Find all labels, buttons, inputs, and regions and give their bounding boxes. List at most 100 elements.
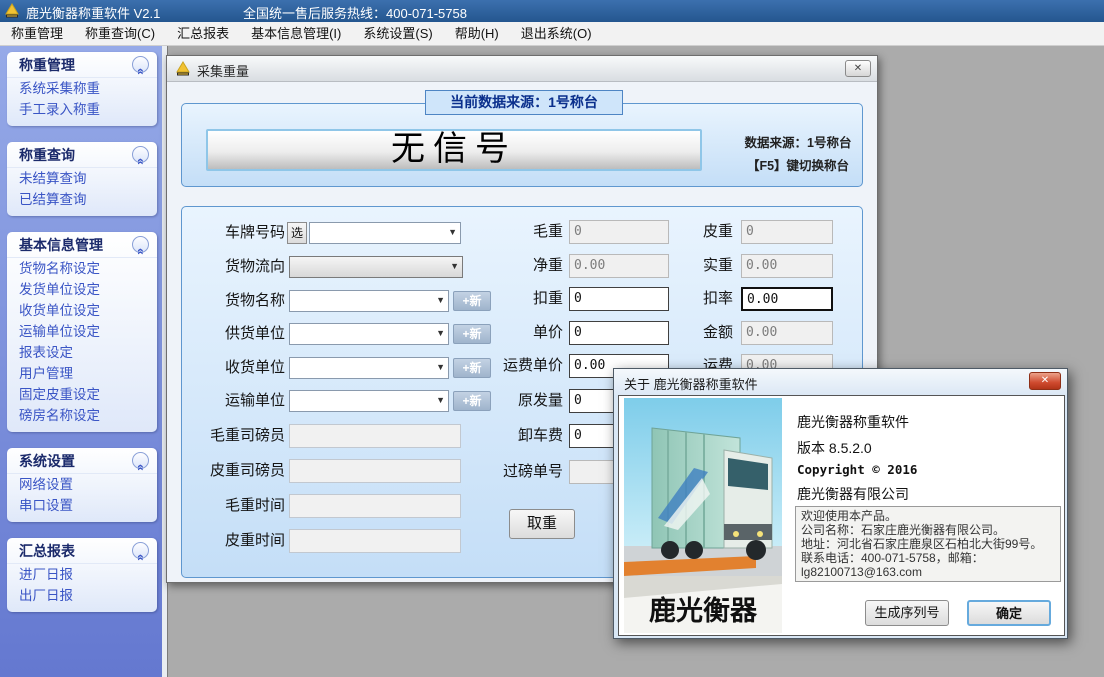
sidebar-item-manual-entry[interactable]: 手工录入称重 [7, 99, 157, 120]
receiver-label: 收货单位 [191, 357, 285, 379]
sidebar-item-network-settings[interactable]: 网络设置 [7, 474, 157, 495]
window-titlebar[interactable]: 采集重量 ✕ [167, 56, 877, 82]
menu-summary-report[interactable]: 汇总报表 [166, 22, 240, 46]
net-weight-label: 净重 [463, 255, 563, 277]
dialog-content: 鹿光衡器 鹿光衡器称重软件 版本 8.5.2.0 Copyright © 201… [618, 395, 1065, 636]
sidebar-section-summary-report: 汇总报表 « 进厂日报 出厂日报 [7, 538, 157, 612]
menu-weighing-manage[interactable]: 称重管理 [0, 22, 74, 46]
gross-weight-label: 毛重 [463, 221, 563, 243]
sidebar-item-system-capture[interactable]: 系统采集称重 [7, 78, 157, 99]
about-dialog: 关于 鹿光衡器称重软件 ✕ [613, 368, 1068, 639]
supplier-combo[interactable]: ▼ [289, 323, 449, 345]
plate-pick-button[interactable]: 选 [287, 222, 307, 244]
gross-operator-label: 毛重司磅员 [191, 425, 285, 447]
application-window: 鹿光衡器称重软件 V2.1 全国统一售后服务热线：400-071-5758 称重… [0, 0, 1104, 677]
sidebar-item-shipper-unit[interactable]: 发货单位设定 [7, 279, 157, 300]
sidebar-item-scale-house-name[interactable]: 磅房名称设定 [7, 405, 157, 426]
section-title: 称重查询 [19, 147, 75, 163]
sidebar-item-transport-unit[interactable]: 运输单位设定 [7, 321, 157, 342]
ok-button[interactable]: 确定 [967, 600, 1051, 626]
goods-flow-label: 货物流向 [191, 256, 285, 278]
plate-number-label: 车牌号码 [191, 222, 285, 244]
app-logo-icon [4, 3, 20, 19]
collapse-icon[interactable]: « [132, 452, 149, 469]
goods-name-combo[interactable]: ▼ [289, 290, 449, 312]
sidebar-item-goods-name[interactable]: 货物名称设定 [7, 258, 157, 279]
current-source-label: 当前数据来源：1号称台 [425, 90, 623, 115]
scale-logo-icon [175, 61, 191, 77]
supplier-label: 供货单位 [191, 323, 285, 345]
deduct-weight-label: 扣重 [463, 288, 563, 310]
gross-operator-field [289, 424, 461, 448]
close-icon[interactable]: ✕ [1029, 372, 1061, 390]
menu-weighing-query[interactable]: 称重查询(C) [74, 22, 166, 46]
app-title: 鹿光衡器称重软件 V2.1 [26, 3, 160, 22]
transport-label: 运输单位 [191, 390, 285, 412]
amount-label: 金额 [637, 322, 733, 344]
hotline-text: 全国统一售后服务热线：400-071-5758 [243, 3, 467, 22]
sidebar-item-user-manage[interactable]: 用户管理 [7, 363, 157, 384]
menu-basic-info[interactable]: 基本信息管理(I) [240, 22, 352, 46]
section-title: 汇总报表 [19, 543, 75, 559]
close-icon[interactable]: ✕ [845, 60, 871, 77]
version-text: 版本 8.5.2.0 [797, 438, 872, 458]
unload-fee-label: 卸车费 [463, 425, 563, 447]
actual-weight-label: 实重 [637, 255, 733, 277]
company-name: 鹿光衡器有限公司 [797, 484, 909, 504]
menu-system-settings[interactable]: 系统设置(S) [352, 22, 443, 46]
sidebar-item-fixed-tare[interactable]: 固定皮重设定 [7, 384, 157, 405]
plate-number-combo[interactable]: ▼ [309, 222, 461, 244]
actual-weight-value: 0.00 [741, 254, 833, 278]
tare-weight-label: 皮重 [637, 221, 733, 243]
sidebar-item-serial-settings[interactable]: 串口设置 [7, 495, 157, 516]
copyright-text: Copyright © 2016 [797, 462, 917, 477]
chevron-down-icon: ▼ [436, 328, 445, 338]
unit-price-label: 单价 [463, 322, 563, 344]
sidebar-section-system-settings: 系统设置 « 网络设置 串口设置 [7, 448, 157, 522]
amount-value: 0.00 [741, 321, 833, 345]
menu-help[interactable]: 帮助(H) [444, 22, 510, 46]
sidebar-item-inbound-daily[interactable]: 进厂日报 [7, 564, 157, 585]
sidebar-section-weighing-query: 称重查询 « 未结算查询 已结算查询 [7, 142, 157, 216]
sidebar-section-weighing-manage: 称重管理 « 系统采集称重 手工录入称重 [7, 52, 157, 126]
original-qty-label: 原发量 [463, 390, 563, 412]
window-title: 采集重量 [197, 61, 249, 80]
ticket-no-label: 过磅单号 [463, 461, 563, 483]
tare-time-field [289, 529, 461, 553]
generate-serial-button[interactable]: 生成序列号 [865, 600, 949, 626]
welcome-textbox: 欢迎使用本产品。 公司名称：石家庄鹿光衡器有限公司。 地址：河北省石家庄鹿泉区石… [795, 506, 1061, 582]
chevron-down-icon: ▼ [436, 395, 445, 405]
collapse-icon[interactable]: « [132, 146, 149, 163]
receiver-combo[interactable]: ▼ [289, 357, 449, 379]
titlebar: 鹿光衡器称重软件 V2.1 全国统一售后服务热线：400-071-5758 [0, 0, 1104, 22]
collapse-icon[interactable]: « [132, 542, 149, 559]
freight-price-label: 运费单价 [463, 355, 563, 377]
sidebar-item-unsettled-query[interactable]: 未结算查询 [7, 168, 157, 189]
section-title: 系统设置 [19, 453, 75, 469]
section-title: 基本信息管理 [19, 237, 103, 253]
sidebar-section-basic-info: 基本信息管理 « 货物名称设定 发货单位设定 收货单位设定 运输单位设定 报表设… [7, 232, 157, 432]
goods-flow-combo[interactable]: ▼ [289, 256, 463, 278]
tare-operator-field [289, 459, 461, 483]
deduct-rate-label: 扣率 [637, 288, 733, 310]
sidebar-item-outbound-daily[interactable]: 出厂日报 [7, 585, 157, 606]
sidebar: 称重管理 « 系统采集称重 手工录入称重 称重查询 « 未结算查询 已结算查询 … [0, 46, 162, 677]
transport-combo[interactable]: ▼ [289, 390, 449, 412]
menu-exit[interactable]: 退出系统(O) [510, 22, 603, 46]
dialog-titlebar[interactable]: 关于 鹿光衡器称重软件 ✕ [614, 369, 1067, 395]
dialog-title: 关于 鹿光衡器称重软件 [624, 374, 758, 393]
take-weight-button[interactable]: 取重 [509, 509, 575, 539]
chevron-down-icon: ▼ [448, 227, 457, 237]
source-info-line1: 数据来源：1号称台 [723, 132, 873, 151]
section-title: 称重管理 [19, 57, 75, 73]
menubar: 称重管理 称重查询(C) 汇总报表 基本信息管理(I) 系统设置(S) 帮助(H… [0, 22, 1104, 46]
brand-caption: 鹿光衡器 [649, 595, 758, 626]
sidebar-item-receiver-unit[interactable]: 收货单位设定 [7, 300, 157, 321]
tare-operator-label: 皮重司磅员 [191, 460, 285, 482]
sidebar-item-report-setting[interactable]: 报表设定 [7, 342, 157, 363]
collapse-icon[interactable]: « [132, 236, 149, 253]
deduct-rate-input[interactable]: 0.00 [741, 287, 833, 311]
sidebar-item-settled-query[interactable]: 已结算查询 [7, 189, 157, 210]
collapse-icon[interactable]: « [132, 56, 149, 73]
tare-weight-value: 0 [741, 220, 833, 244]
